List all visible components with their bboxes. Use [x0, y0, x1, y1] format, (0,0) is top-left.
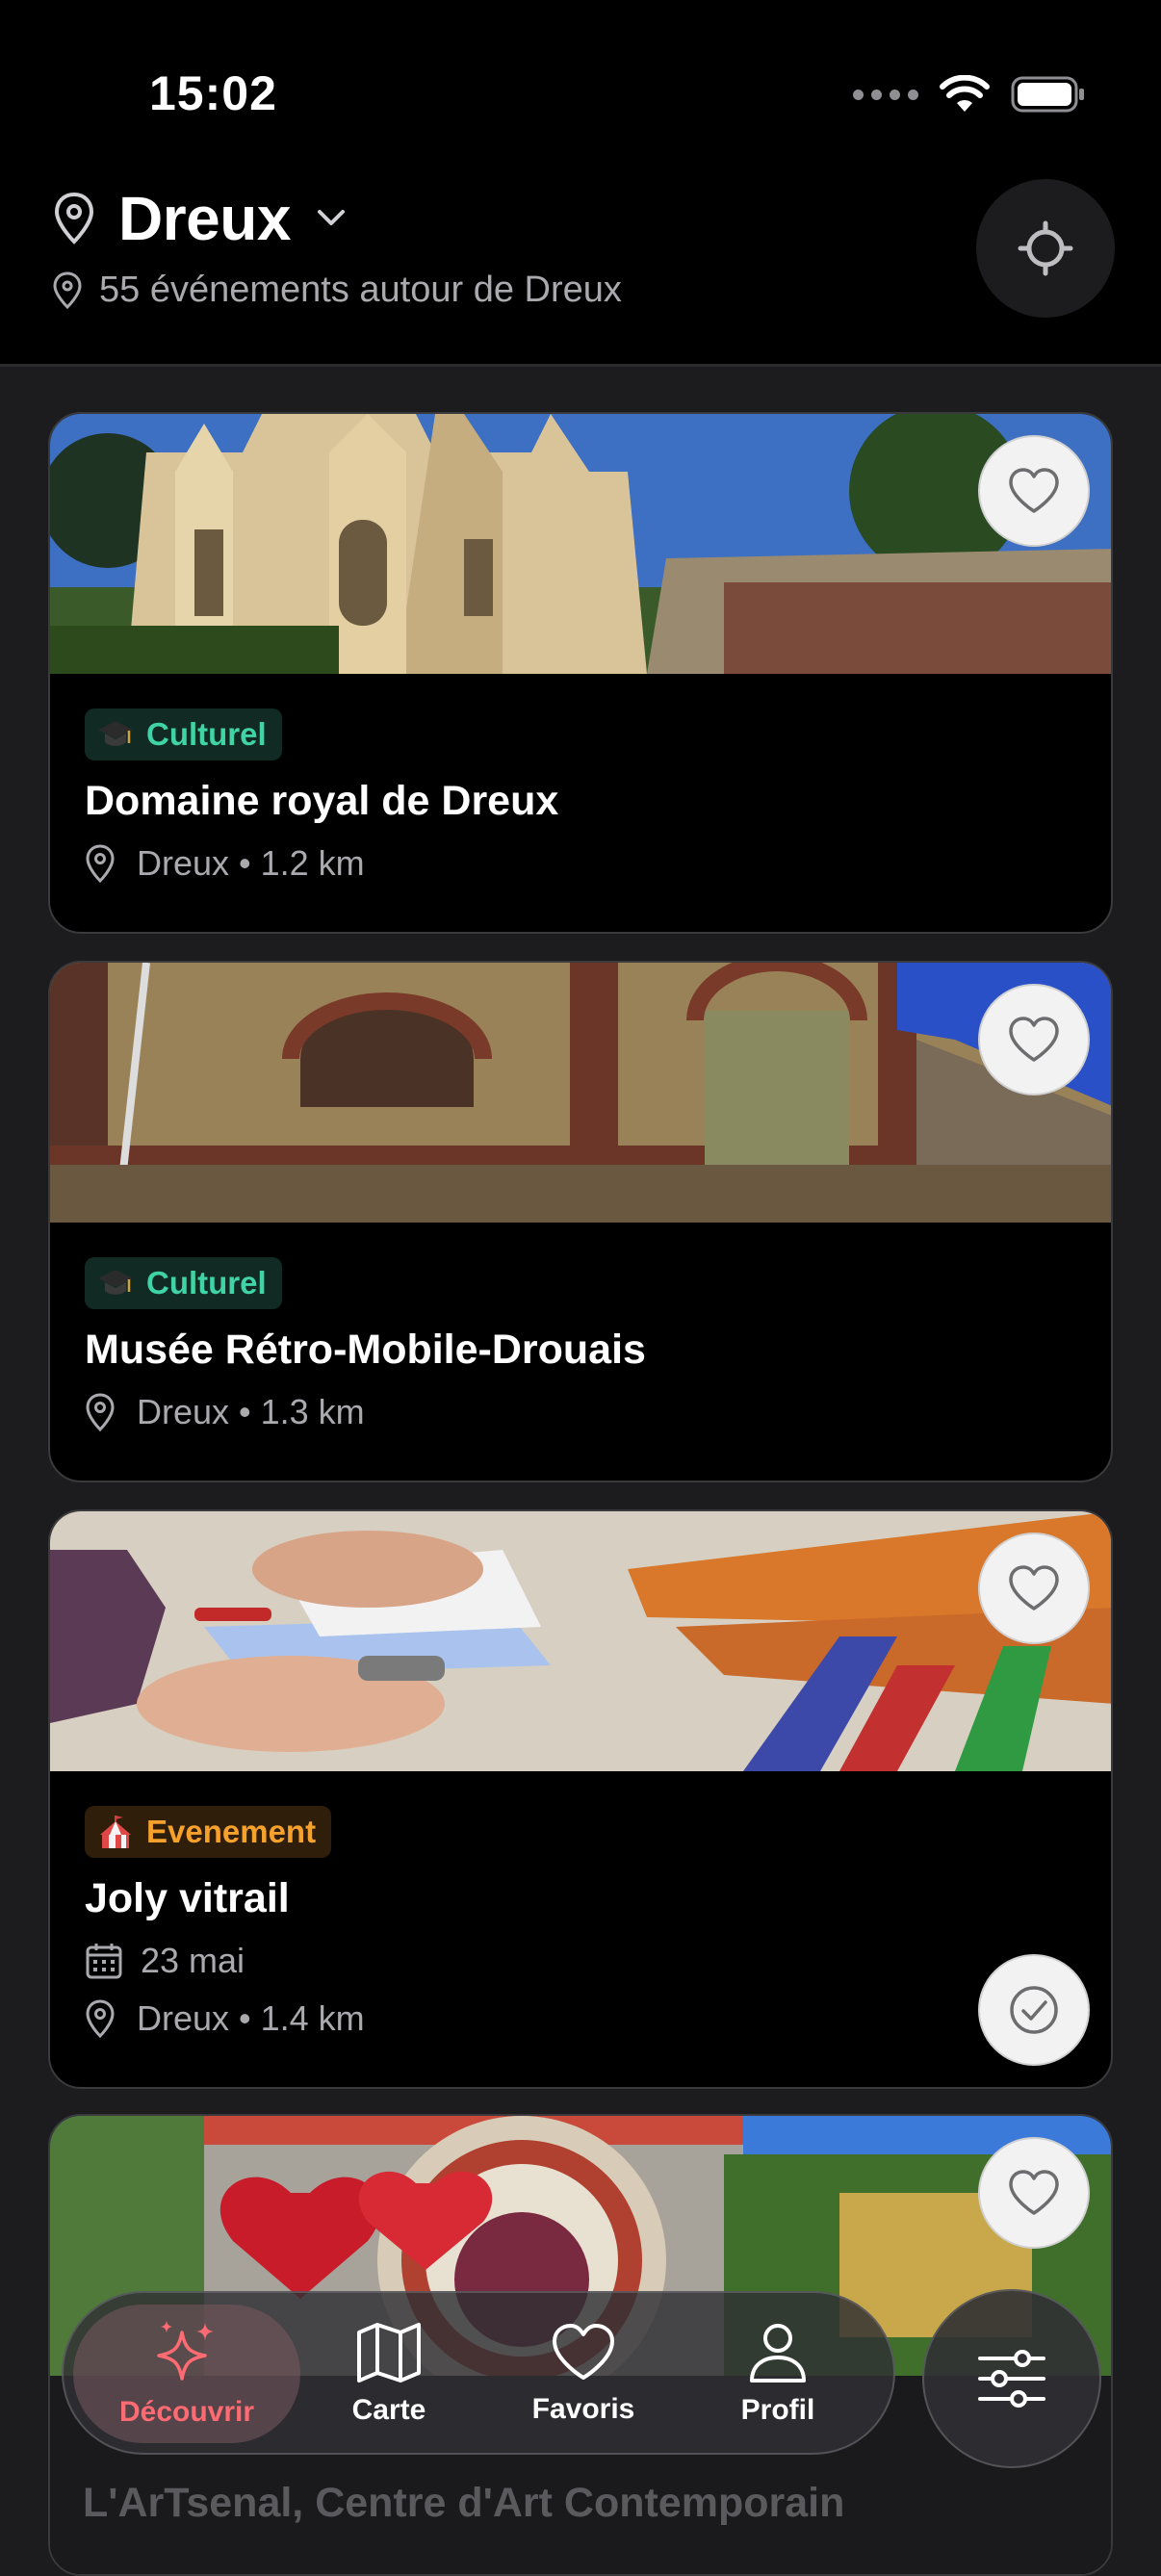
category-badge: Culturel: [85, 708, 282, 760]
header-divider: [0, 364, 1161, 367]
location-pin-icon: [53, 270, 82, 309]
card-image: [50, 1511, 1111, 1771]
tab-decouvrir[interactable]: Découvrir: [73, 2305, 300, 2443]
crosshair-icon: [1018, 220, 1073, 276]
favorite-button[interactable]: [978, 435, 1090, 547]
card-title: Musée Rétro-Mobile-Drouais: [85, 1327, 646, 1373]
location-pin-icon: [86, 844, 115, 884]
tab-profil[interactable]: Profil: [682, 2305, 874, 2443]
location-row: Dreux • 1.3 km: [85, 1392, 365, 1432]
location-pin-icon: [86, 1999, 115, 2039]
chevron-down-icon: [317, 210, 345, 225]
heart-icon: [1009, 468, 1059, 513]
graduation-cap-icon: [96, 717, 135, 752]
card-title: L'ArTsenal, Centre d'Art Contemporain: [83, 2480, 845, 2526]
sparkles-icon: [157, 2321, 214, 2381]
card-title: Domaine royal de Dreux: [85, 778, 559, 824]
favorite-button[interactable]: [978, 1533, 1090, 1644]
card-title: Joly vitrail: [85, 1875, 290, 1921]
category-badge: Culturel: [85, 1257, 282, 1309]
event-card[interactable]: Culturel Musée Rétro-Mobile-Drouais Dreu…: [48, 961, 1113, 1482]
wifi-icon: [940, 75, 990, 112]
category-label: Culturel: [146, 716, 267, 752]
category-label: Culturel: [146, 1265, 267, 1301]
heart-icon: [1009, 2170, 1059, 2215]
tab-label: Découvrir: [118, 2396, 255, 2428]
tab-favoris[interactable]: Favoris: [487, 2305, 680, 2443]
header: 15:02 Dreux 55 événements autour de Dreu…: [0, 0, 1161, 364]
card-image: [50, 963, 1111, 1223]
favorite-button[interactable]: [978, 984, 1090, 1095]
location-row: Dreux • 1.2 km: [85, 843, 365, 884]
city-selector[interactable]: Dreux: [53, 183, 350, 254]
tab-label: Carte: [351, 2394, 426, 2426]
date-row: 23 mai: [85, 1941, 245, 1981]
location-text: Dreux • 1.3 km: [137, 1392, 365, 1431]
category-badge: Evenement: [85, 1806, 332, 1858]
tab-label: Favoris: [531, 2393, 635, 2425]
location-row: Dreux • 1.4 km: [85, 1998, 365, 2039]
location-text: Dreux • 1.2 km: [137, 843, 365, 883]
circus-tent-icon: [96, 1814, 135, 1850]
signal-icon: [853, 89, 918, 100]
favorite-button[interactable]: [978, 2137, 1090, 2249]
locate-me-button[interactable]: [976, 179, 1115, 318]
tab-bar: Découvrir Carte Favoris Profil: [62, 2291, 895, 2455]
event-card[interactable]: Culturel Domaine royal de Dreux Dreux • …: [48, 412, 1113, 934]
city-name[interactable]: Dreux: [118, 183, 291, 254]
location-pin-icon: [86, 1393, 115, 1432]
status-time: 15:02: [149, 66, 277, 120]
graduation-cap-icon: [96, 1266, 135, 1301]
date-text: 23 mai: [141, 1941, 245, 1980]
person-icon: [750, 2324, 806, 2383]
status-icons: [853, 69, 1086, 119]
events-count-text: 55 événements autour de Dreux: [99, 270, 622, 310]
tab-label: Profil: [740, 2394, 815, 2426]
heart-icon: [1009, 1565, 1059, 1610]
mark-attended-button[interactable]: [978, 1954, 1090, 2066]
events-count: 55 événements autour de Dreux: [53, 270, 622, 311]
checkmark-circle-icon: [1010, 1986, 1058, 2034]
tab-carte[interactable]: Carte: [293, 2305, 485, 2443]
sliders-icon: [978, 2350, 1045, 2408]
heart-icon: [553, 2324, 614, 2380]
heart-icon: [1009, 1017, 1059, 1062]
location-pin-icon: [54, 192, 94, 245]
battery-icon: [1011, 76, 1084, 113]
event-card[interactable]: Evenement Joly vitrail 23 mai Dreux • 1.…: [48, 1509, 1113, 2089]
calendar-icon: [86, 1944, 122, 1979]
filter-button[interactable]: [922, 2289, 1101, 2468]
card-image: [50, 414, 1111, 674]
location-text: Dreux • 1.4 km: [137, 1998, 365, 2038]
category-label: Evenement: [146, 1814, 317, 1849]
map-icon: [357, 2323, 421, 2383]
